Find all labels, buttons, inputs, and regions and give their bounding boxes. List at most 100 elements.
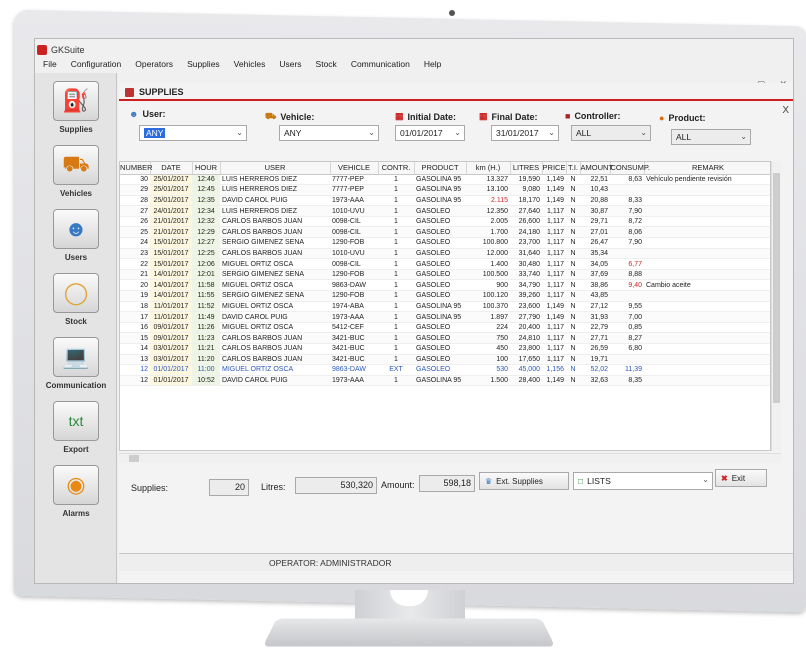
table-cell: GASOLEO	[414, 343, 466, 355]
menu-vehicles[interactable]: Vehicles	[234, 59, 266, 69]
lists-select[interactable]: □ LISTS ⌄	[573, 472, 713, 490]
sidebar-item-supplies[interactable]: ⛽ Supplies	[35, 81, 117, 143]
table-row[interactable]: 30 25/01/2017 12:46 LUIS HERREROS DIEZ 7777-…	[120, 174, 770, 186]
table-row[interactable]: 19 14/01/2017 11:55 SERGIO GIMENEZ SENA 1290…	[120, 290, 770, 302]
table-row[interactable]: 15 09/01/2017 11:23 CARLOS BARBOS JUAN 3421-…	[120, 332, 770, 344]
sidebar-item-users[interactable]: ☻ Users	[35, 209, 117, 271]
column-header[interactable]: HOUR	[192, 162, 221, 175]
table-cell: 12:45	[192, 184, 220, 196]
final-date-text: Final Date:	[491, 111, 538, 122]
table-cell: GASOLEO	[414, 269, 466, 281]
table-cell: LUIS HERREROS DIEZ	[220, 174, 330, 186]
controller-select[interactable]: ALL ⌄	[571, 125, 651, 141]
table-cell: 1	[378, 290, 414, 302]
column-header[interactable]: NUMBER	[120, 162, 153, 175]
table-cell: 1,117	[542, 248, 566, 260]
table-row[interactable]: 29 25/01/2017 12:45 LUIS HERREROS DIEZ 7777-…	[120, 184, 770, 196]
menu-help[interactable]: Help	[424, 59, 441, 69]
column-header[interactable]: km (H.)	[466, 162, 511, 175]
final-date-picker[interactable]: 31/01/2017 ⌄	[491, 125, 559, 141]
product-select[interactable]: ALL ⌄	[671, 129, 751, 145]
column-header[interactable]: PRICE	[542, 162, 567, 175]
table-row[interactable]: 28 25/01/2017 12:35 DAVID CAROL PUIG 1973-AA…	[120, 195, 770, 207]
column-header[interactable]: CONTR.	[378, 162, 415, 175]
table-cell: 11,39	[610, 364, 644, 376]
column-header[interactable]: T.I.	[566, 162, 581, 175]
table-row[interactable]: 26 21/01/2017 12:32 CARLOS BARBOS JUAN 0098-…	[120, 216, 770, 228]
table-row[interactable]: 25 21/01/2017 12:29 CARLOS BARBOS JUAN 0098-…	[120, 226, 770, 239]
table-cell: 1290-FOB	[330, 237, 378, 249]
table-cell: CARLOS BARBOS JUAN	[220, 354, 330, 366]
table-cell: 11:00	[192, 364, 220, 376]
menu-file[interactable]: File	[43, 59, 57, 69]
table-cell: 100.120	[466, 290, 510, 302]
scrollbar-thumb[interactable]	[129, 455, 139, 462]
column-header[interactable]: VEHICLE	[330, 162, 379, 175]
column-header[interactable]: PRODUCT	[414, 162, 467, 175]
exit-button[interactable]: ✖ Exit	[715, 469, 767, 487]
table-cell: LUIS HERREROS DIEZ	[220, 184, 330, 196]
table-cell	[644, 184, 770, 196]
sidebar-item-stock[interactable]: ◯ Stock	[35, 273, 117, 335]
table-cell: 9863-DAW	[330, 279, 378, 292]
table-cell: GASOLINA 95	[414, 375, 466, 387]
table-cell: GASOLEO	[414, 248, 466, 260]
user-select[interactable]: ANY ⌄	[139, 125, 247, 141]
table-row[interactable]: 16 09/01/2017 11:26 MIGUEL ORTIZ OSCA 5412-C…	[120, 322, 770, 334]
column-header[interactable]: USER	[220, 162, 331, 175]
table-row[interactable]: 23 15/01/2017 12:25 CARLOS BARBOS JUAN 1010-…	[120, 248, 770, 260]
table-row[interactable]: 20 14/01/2017 11:58 MIGUEL ORTIZ OSCA 9863-D…	[120, 279, 770, 292]
table-cell: 12:01	[192, 269, 220, 281]
initial-date-picker[interactable]: 01/01/2017 ⌄	[395, 125, 465, 141]
amount-label: Amount:	[381, 480, 415, 490]
table-row[interactable]: 21 14/01/2017 12:01 SERGIO GIMENEZ SENA 1290…	[120, 269, 770, 281]
menu-stock[interactable]: Stock	[316, 59, 337, 69]
vehicle-select[interactable]: ANY ⌄	[279, 125, 379, 141]
vertical-scrollbar[interactable]	[771, 161, 781, 451]
table-cell: 26	[120, 216, 150, 228]
table-cell	[644, 269, 770, 281]
column-header[interactable]: REMARK	[644, 162, 770, 175]
table-cell: 32,63	[580, 375, 610, 387]
table-cell: EXT	[378, 364, 414, 376]
table-header: NUMBER DATE HOUR USER VEHICLE CONTR. PRODUCT km…	[120, 162, 770, 175]
menu-supplies[interactable]: Supplies	[187, 59, 220, 69]
sidebar-item-communication[interactable]: 💻 Communication	[35, 337, 117, 399]
table-row[interactable]: 13 03/01/2017 11:20 CARLOS BARBOS JUAN 3421-…	[120, 354, 770, 366]
column-header[interactable]: DATE	[150, 162, 193, 175]
sidebar-item-alarms[interactable]: ◉ Alarms	[35, 465, 117, 527]
column-header[interactable]: LITRES	[510, 162, 543, 175]
menu-communication[interactable]: Communication	[351, 59, 410, 69]
table-cell: 224	[466, 322, 510, 334]
menu-operators[interactable]: Operators	[135, 59, 173, 69]
table-row[interactable]: 24 15/01/2017 12:27 SERGIO GIMENEZ SENA 1290…	[120, 237, 770, 249]
table-cell: 9,55	[610, 301, 644, 313]
table-cell: 29	[120, 184, 150, 196]
ext-supplies-button[interactable]: ♛ Ext. Supplies	[479, 472, 569, 490]
horizontal-scrollbar[interactable]	[119, 453, 781, 463]
menu-users[interactable]: Users	[279, 59, 301, 69]
table-row[interactable]: 17 11/01/2017 11:49 DAVID CAROL PUIG 1973-AA…	[120, 311, 770, 323]
table-cell: 1	[378, 301, 414, 313]
sidebar-item-export[interactable]: txt Export	[35, 401, 117, 463]
table-cell: 12:35	[192, 195, 220, 207]
table-row[interactable]: 18 11/01/2017 11:52 MIGUEL ORTIZ OSCA 1974-A…	[120, 301, 770, 313]
table-cell: GASOLINA 95	[414, 174, 466, 186]
table-cell	[644, 301, 770, 313]
table-row[interactable]: 22 15/01/2017 12:06 MIGUEL ORTIZ OSCA 0098-C…	[120, 258, 770, 270]
table-cell: GASOLINA 95	[414, 195, 466, 207]
table-cell: 03/01/2017	[150, 343, 192, 355]
close-panel-icon[interactable]: X	[782, 105, 789, 116]
table-row[interactable]: 12 01/01/2017 11:00 MIGUEL ORTIZ OSCA 9863-D…	[120, 364, 770, 376]
table-cell: GASOLEO	[414, 364, 466, 376]
final-date-label: ▦ Final Date:	[479, 111, 538, 122]
column-header[interactable]: AMOUNT	[580, 162, 613, 175]
table-row[interactable]: 12 01/01/2017 10:52 DAVID CAROL PUIG 1973-AA…	[120, 375, 770, 387]
scrollbar-thumb[interactable]	[773, 173, 780, 403]
table-row[interactable]: 27 24/01/2017 12:34 LUIS HERREROS DIEZ 1010-…	[120, 205, 770, 217]
sidebar-item-vehicles[interactable]: ⛟ Vehicles	[35, 145, 117, 207]
column-header[interactable]: CONSUMP.	[610, 162, 650, 175]
table-row[interactable]: 14 03/01/2017 11:21 CARLOS BARBOS JUAN 3421-…	[120, 343, 770, 355]
table-cell: MIGUEL ORTIZ OSCA	[220, 279, 330, 292]
menu-configuration[interactable]: Configuration	[71, 59, 122, 69]
